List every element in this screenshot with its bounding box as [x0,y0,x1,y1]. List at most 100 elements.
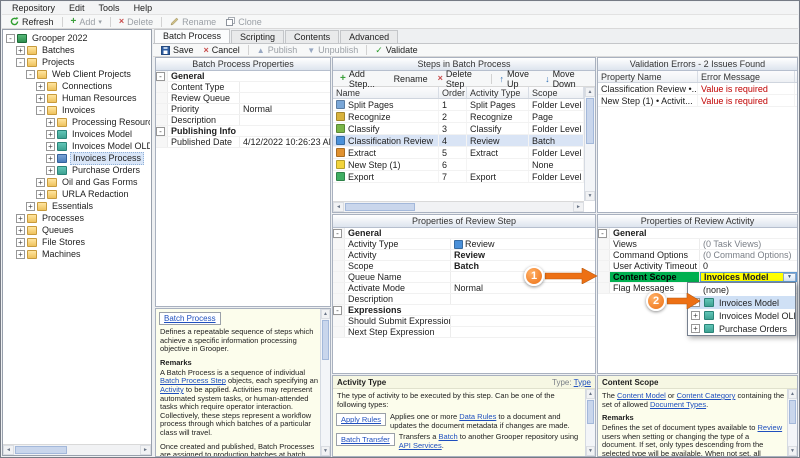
expander-icon[interactable]: - [6,34,15,43]
property-row-command-options[interactable]: Command Options(0 Command Options) [598,250,797,261]
tree-item-invoices-process[interactable]: +Invoices Process [4,152,150,164]
expander-icon[interactable]: + [26,202,35,211]
expander-icon[interactable]: + [46,130,55,139]
section-general[interactable]: -General [598,228,797,239]
property-value[interactable]: Review [451,239,595,249]
unpublish-button[interactable]: ▼ Unpublish [302,44,363,57]
steps-vertical-scrollbar[interactable]: ▲ ▼ [584,87,595,201]
scroll-down-icon[interactable]: ▼ [586,446,595,456]
tree-item-queues[interactable]: +Queues [4,224,150,236]
property-row-views[interactable]: Views(0 Task Views) [598,239,797,250]
menu-tools[interactable]: Tools [92,2,127,14]
api-services-link[interactable]: API Services [399,441,442,450]
tree-item-processing-resources[interactable]: +Processing Resources [4,116,150,128]
move-up-button[interactable]: ↑Move Up [495,72,541,85]
scrollbar-thumb[interactable] [322,320,329,360]
tab-batch-process[interactable]: Batch Process [154,29,230,43]
tree-item-oil-and-gas-forms[interactable]: +Oil and Gas Forms [4,176,150,188]
dropdown-item-none[interactable]: (none) [688,283,795,296]
property-value[interactable] [451,316,595,326]
tree-item-invoices[interactable]: -Invoices [4,104,150,116]
tree-item-human-resources[interactable]: +Human Resources [4,92,150,104]
collapse-icon[interactable]: - [156,127,165,136]
expander-icon[interactable]: + [691,311,700,320]
step-row-recognize[interactable]: Recognize2RecognizePage [333,111,595,123]
type-link[interactable]: Type [574,378,591,387]
dropdown-item-invoices-model-old[interactable]: +Invoices Model OLD [688,309,795,322]
column-header-activity-type[interactable]: Activity Type [467,87,529,98]
scroll-right-icon[interactable]: ► [140,445,151,455]
steps-horizontal-scrollbar[interactable]: ◄ ► [333,201,584,212]
scroll-left-icon[interactable]: ◄ [3,445,14,455]
scroll-down-icon[interactable]: ▼ [585,191,595,201]
help-vertical-scrollbar[interactable]: ▲ ▼ [787,389,797,456]
section-general[interactable]: -General [333,228,595,239]
move-down-button[interactable]: ↓Move Down [540,72,595,85]
tree-item-connections[interactable]: +Connections [4,80,150,92]
section-general[interactable]: -General [156,71,330,82]
scrollbar-thumb[interactable] [586,98,594,144]
tab-advanced[interactable]: Advanced [340,30,398,43]
step-row-extract[interactable]: Extract5ExtractFolder Level 1 [333,147,595,159]
tree-item-purchase-orders[interactable]: +Purchase Orders [4,164,150,176]
tree-item-projects[interactable]: -Projects [4,56,150,68]
tree-item-invoices-model-old[interactable]: +Invoices Model OLD [4,140,150,152]
property-value[interactable]: 0 [700,261,797,271]
expander-icon[interactable]: + [36,190,45,199]
column-header-order[interactable]: Order [439,87,467,98]
expander-icon[interactable]: + [36,178,45,187]
column-header-name[interactable]: Name [333,87,439,98]
help-vertical-scrollbar[interactable]: ▲ ▼ [585,389,595,456]
dropdown-item-invoices-model[interactable]: +Invoices Model [688,296,795,309]
property-row-description[interactable]: Description [156,115,330,126]
expander-icon[interactable]: + [16,226,25,235]
property-value[interactable]: (0 Task Views) [700,239,797,249]
tree-item-essentials[interactable]: +Essentials [4,200,150,212]
tab-scripting[interactable]: Scripting [231,30,284,43]
expander-icon[interactable]: + [16,238,25,247]
step-row-export[interactable]: Export7ExportFolder Level 1 [333,171,595,183]
help-vertical-scrollbar[interactable]: ▲ ▼ [320,309,330,456]
publish-button[interactable]: ▲ Publish [252,44,302,57]
tree-item-machines[interactable]: +Machines [4,248,150,260]
scrollbar-thumb[interactable] [789,400,796,424]
clone-button[interactable]: Clone [221,15,267,28]
property-value[interactable]: (0 Command Options) [700,250,797,260]
cancel-button[interactable]: × Cancel [199,44,245,57]
property-value[interactable]: Normal [240,104,330,114]
expander-icon[interactable]: - [36,106,45,115]
tree-item-web-client-projects[interactable]: -Web Client Projects [4,68,150,80]
scroll-up-icon[interactable]: ▲ [586,389,595,399]
property-row-next-step[interactable]: Next Step Expression [333,327,595,338]
step-row-new-step-1[interactable]: New Step (1)6None [333,159,595,171]
expander-icon[interactable]: + [46,142,55,151]
property-row-published-date[interactable]: Published Date4/12/2022 10:26:23 AM [156,137,330,148]
content-scope-dropdown-button[interactable]: ▼ [783,273,796,282]
property-row-should-submit[interactable]: Should Submit Expression [333,316,595,327]
document-types-link[interactable]: Document Types [650,400,706,409]
scroll-up-icon[interactable]: ▲ [788,389,797,399]
delete-step-button[interactable]: ×Delete Step [433,72,488,85]
scroll-down-icon[interactable]: ▼ [321,446,330,456]
scrollbar-thumb[interactable] [587,400,594,424]
scroll-left-icon[interactable]: ◄ [333,202,344,212]
apply-rules-link[interactable]: Apply Rules [341,415,381,424]
property-row-description[interactable]: Description [333,294,595,305]
expander-icon[interactable]: + [36,94,45,103]
tree-item-processes[interactable]: +Processes [4,212,150,224]
menu-edit[interactable]: Edit [62,2,92,14]
batch-transfer-link[interactable]: Batch Transfer [341,435,390,444]
scroll-right-icon[interactable]: ► [573,202,584,212]
scrollbar-track[interactable] [344,202,573,212]
step-row-classification-review[interactable]: Classification Review4ReviewBatch [333,135,595,147]
column-header-error-message[interactable]: Error Message [698,71,795,82]
tree-item-urla-redaction[interactable]: +URLA Redaction [4,188,150,200]
property-row-activity-type[interactable]: Activity TypeReview [333,239,595,250]
menu-repository[interactable]: Repository [5,2,62,14]
section-publishing-info[interactable]: -Publishing Info [156,126,330,137]
property-row-activate-mode[interactable]: Activate ModeNormal [333,283,595,294]
property-row-priority[interactable]: PriorityNormal [156,104,330,115]
scroll-up-icon[interactable]: ▲ [585,87,595,97]
add-step-button[interactable]: +Add Step... [335,72,389,85]
property-value[interactable] [240,115,330,125]
